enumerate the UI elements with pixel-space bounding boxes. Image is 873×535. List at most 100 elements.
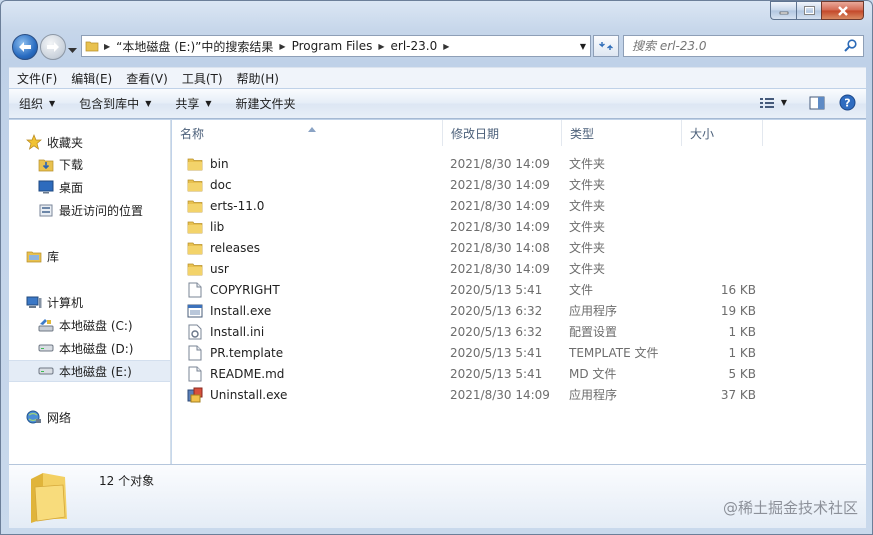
help-button[interactable]: ? [839,94,856,111]
file-date: 2021/8/30 14:08 [450,240,550,255]
column-label: 名称 [180,126,205,141]
menu-tools[interactable]: 工具(T) [182,70,223,87]
watermark-text: @稀土掘金技术社区 [722,499,858,517]
nav-libraries[interactable]: 库 [25,245,186,267]
file-type: 文件夹 [569,220,606,234]
file-size: 37 KB [720,387,756,402]
breadcrumb-search-results[interactable]: “本地磁盘 (E:)”中的搜索结果 [112,38,277,55]
file-name: doc [210,177,232,192]
library-icon [25,248,43,264]
nav-favorites[interactable]: 收藏夹 [25,131,186,153]
file-name-cell[interactable]: doc [186,174,232,195]
include-in-library-button[interactable]: 包含到库中 ▼ [79,95,151,112]
search-icon[interactable] [844,39,857,55]
file-name-cell[interactable]: Install.exe [186,300,271,321]
file-row[interactable]: Uninstall.exe 2021/8/30 14:09 应用程序 37 KB [172,384,866,405]
nav-downloads[interactable]: 下载 [37,153,170,175]
column-header-name[interactable]: 名称 [172,120,443,146]
nav-label: 桌面 [59,180,84,195]
file-size: 1 KB [728,324,756,339]
file-name: usr [210,261,229,276]
file-row[interactable]: doc 2021/8/30 14:09 文件夹 [172,174,866,195]
file-name-cell[interactable]: usr [186,258,229,279]
nav-network[interactable]: 网络 [25,406,186,428]
close-icon [837,5,848,16]
file-name-cell[interactable]: Install.ini [186,321,264,342]
file-name-cell[interactable]: PR.template [186,342,283,363]
file-name-cell[interactable]: README.md [186,363,284,384]
nav-drive-e[interactable]: 本地磁盘 (E:) [9,360,170,382]
system-drive-icon [37,317,55,333]
back-button[interactable] [12,34,38,60]
arrow-right-icon [47,42,59,52]
file-name: bin [210,156,229,171]
file-row[interactable]: Install.exe 2020/5/13 6:32 应用程序 19 KB [172,300,866,321]
file-row[interactable]: Install.ini 2020/5/13 6:32 配置设置 1 KB [172,321,866,342]
file-name-cell[interactable]: COPYRIGHT [186,279,280,300]
folder-icon [186,240,204,256]
file-date: 2021/8/30 14:09 [450,387,550,402]
file-type: 文件夹 [569,241,606,255]
view-options-button[interactable]: ▼ [759,96,787,110]
file-name: lib [210,219,225,234]
share-button[interactable]: 共享 ▼ [175,95,211,112]
column-header-type[interactable]: 类型 [562,120,682,146]
close-button[interactable] [821,1,864,20]
nav-label: 最近访问的位置 [59,203,144,218]
item-count: 12 个对象 [99,474,155,488]
svg-text:?: ? [844,97,850,110]
nav-desktop[interactable]: 桌面 [37,176,170,198]
file-name-cell[interactable]: Uninstall.exe [186,384,287,405]
file-row[interactable]: releases 2021/8/30 14:08 文件夹 [172,237,866,258]
menu-help[interactable]: 帮助(H) [237,70,279,87]
address-dropdown-icon[interactable]: ▼ [576,42,590,51]
file-row[interactable]: COPYRIGHT 2020/5/13 5:41 文件 16 KB [172,279,866,300]
forward-button[interactable] [40,34,66,60]
nav-recent-places[interactable]: 最近访问的位置 [37,199,170,221]
file-name-cell[interactable]: releases [186,237,260,258]
nav-label: 本地磁盘 (C:) [59,318,133,333]
navigation-pane: 收藏夹 下载 桌面 最近访问的位置 库 计算机 本地磁盘 (C:) 本地磁盘 (… [9,120,171,464]
file-row[interactable]: README.md 2020/5/13 5:41 MD 文件 5 KB [172,363,866,384]
file-date: 2021/8/30 14:09 [450,261,550,276]
file-name-cell[interactable]: lib [186,216,224,237]
file-row[interactable]: bin 2021/8/30 14:09 文件夹 [172,153,866,174]
maximize-button[interactable] [796,1,821,20]
menu-edit[interactable]: 编辑(E) [71,70,112,87]
file-name-cell[interactable]: erts-11.0 [186,195,264,216]
menu-file[interactable]: 文件(F) [17,70,57,87]
search-box[interactable] [623,35,864,57]
nav-drive-c[interactable]: 本地磁盘 (C:) [37,314,170,336]
breadcrumb-chevron-icon[interactable]: ▶ [376,42,386,51]
recent-pages-button[interactable] [68,43,77,57]
search-input[interactable] [632,39,837,53]
file-row[interactable]: lib 2021/8/30 14:09 文件夹 [172,216,866,237]
nav-label: 库 [47,249,60,264]
folder-icon [186,156,204,172]
preview-pane-icon [809,96,825,109]
file-size: 16 KB [720,282,756,297]
file-size: 19 KB [720,303,756,318]
column-header-size[interactable]: 大小 [682,120,763,146]
breadcrumb-chevron-icon[interactable]: ▶ [102,42,112,51]
nav-drive-d[interactable]: 本地磁盘 (D:) [37,337,170,359]
file-icon [186,366,204,382]
file-row[interactable]: usr 2021/8/30 14:09 文件夹 [172,258,866,279]
file-row[interactable]: erts-11.0 2021/8/30 14:09 文件夹 [172,195,866,216]
breadcrumb-program-files[interactable]: Program Files [288,39,377,53]
breadcrumb-erl[interactable]: erl-23.0 [387,39,442,53]
nav-computer[interactable]: 计算机 [25,291,186,313]
breadcrumb-chevron-icon[interactable]: ▶ [441,42,451,51]
address-bar[interactable]: ▶ “本地磁盘 (E:)”中的搜索结果 ▶ Program Files ▶ er… [81,35,591,57]
preview-pane-button[interactable] [809,96,825,110]
refresh-button[interactable] [593,35,619,57]
column-header-date[interactable]: 修改日期 [443,120,562,146]
file-name-cell[interactable]: bin [186,153,229,174]
organize-button[interactable]: 组织 ▼ [19,95,55,112]
breadcrumb-chevron-icon[interactable]: ▶ [277,42,287,51]
new-folder-button[interactable]: 新建文件夹 [236,95,296,112]
file-row[interactable]: PR.template 2020/5/13 5:41 TEMPLATE 文件 1 KB [172,342,866,363]
column-label: 类型 [570,126,595,141]
menu-view[interactable]: 查看(V) [126,70,168,87]
minimize-button[interactable] [770,1,796,20]
